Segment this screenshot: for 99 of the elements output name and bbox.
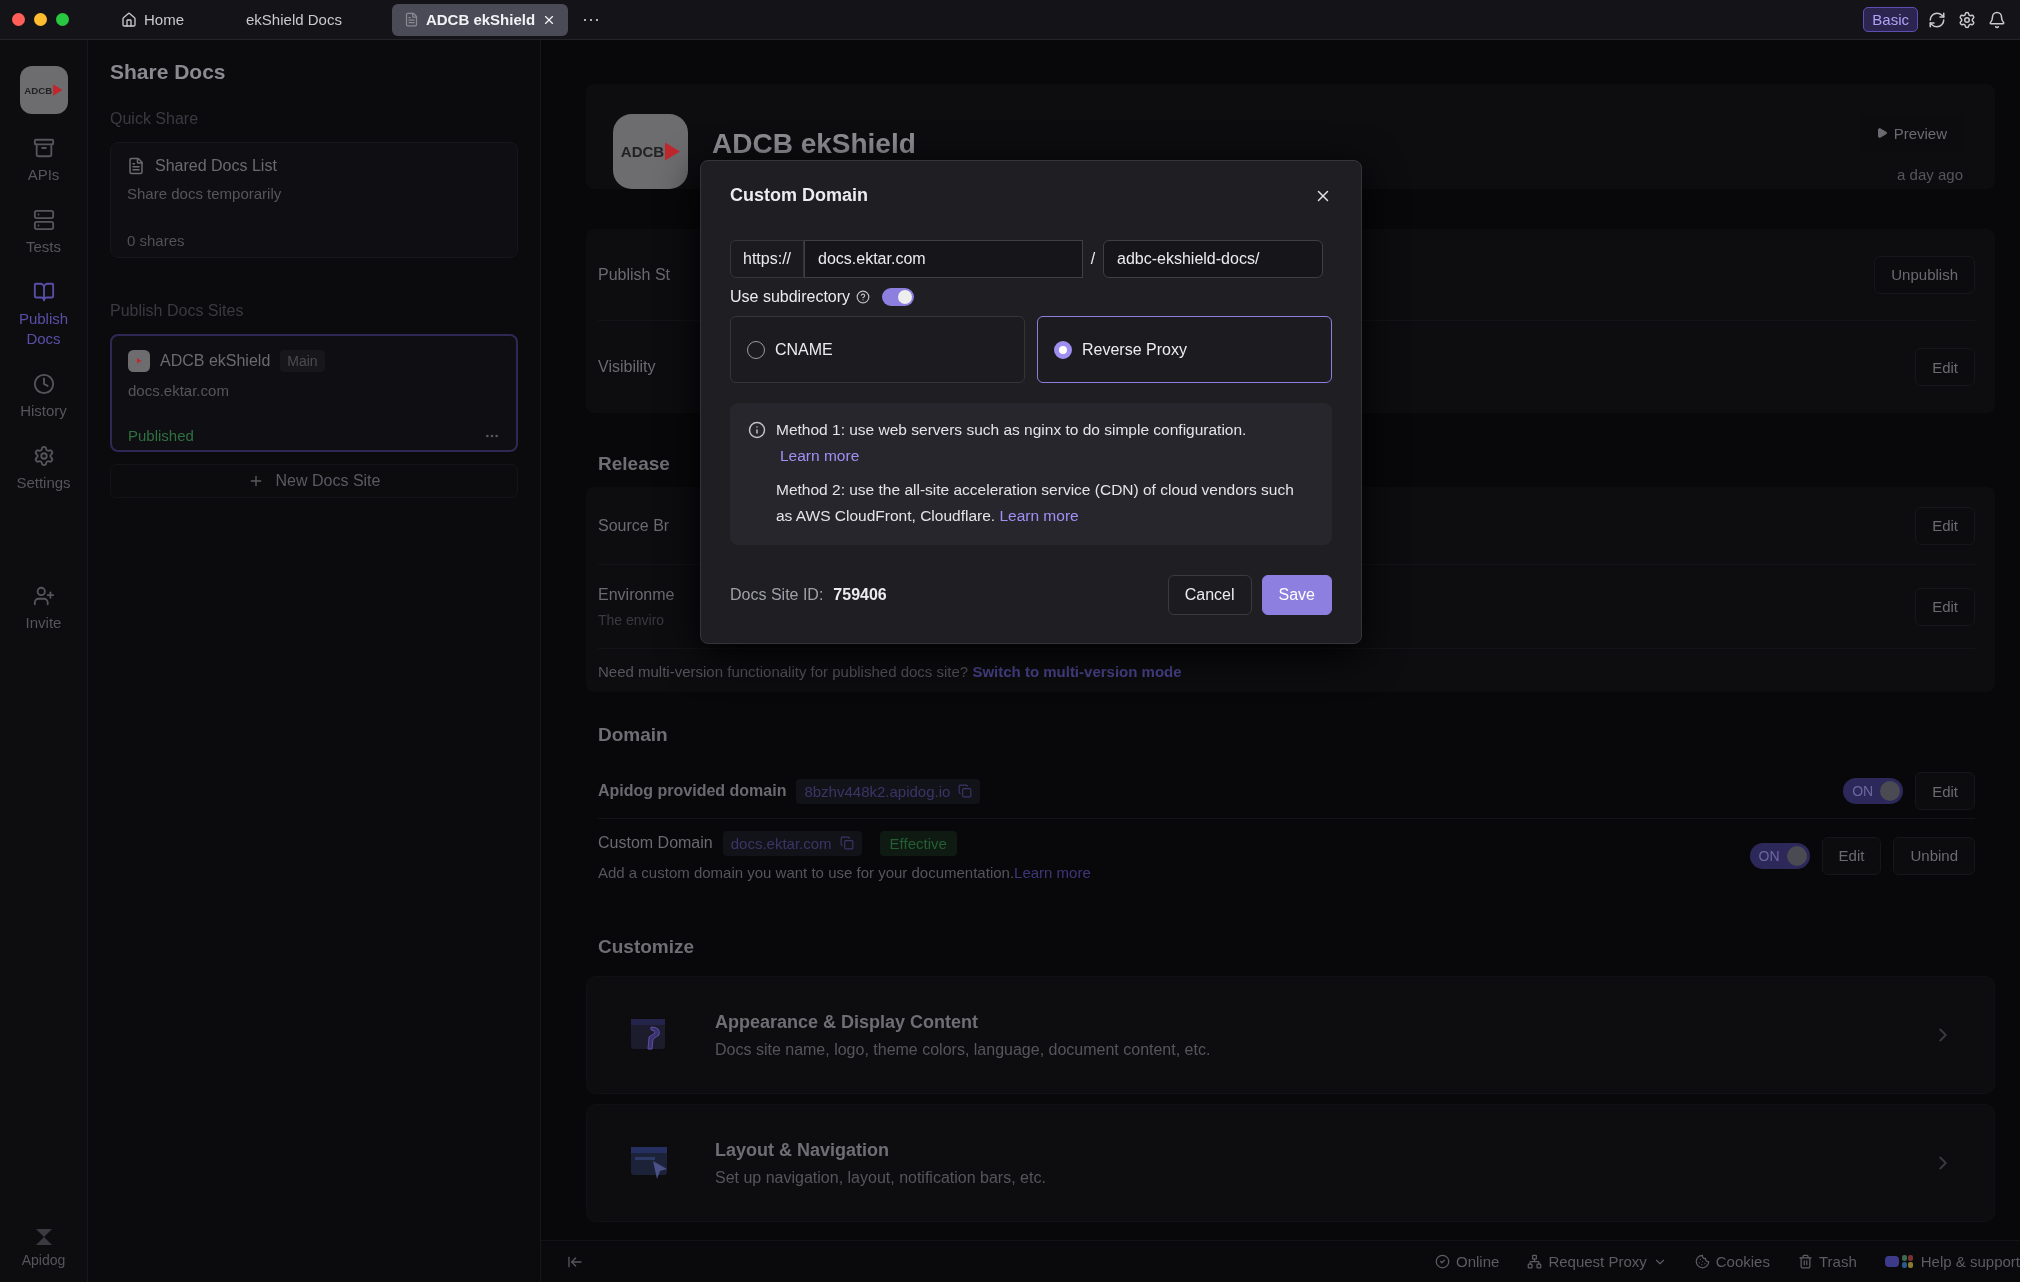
- home-icon: [121, 11, 137, 28]
- status-item[interactable]: Cookies: [1694, 1253, 1770, 1270]
- toggle-switch[interactable]: ON: [1749, 842, 1810, 869]
- card-title: Shared Docs List: [155, 157, 277, 175]
- chat-icons: [1884, 1254, 1915, 1269]
- nav-item[interactable]: History: [3, 372, 84, 422]
- setting-label: Publish St: [598, 265, 671, 284]
- domain-description: Add a custom domain you want to use for your documentation.Learn more: [598, 863, 1091, 881]
- status-item[interactable]: Trash: [1797, 1253, 1857, 1270]
- new-site-button[interactable]: New Docs Site: [110, 464, 518, 498]
- workspace-logo: ADCB: [19, 66, 68, 114]
- nav-item[interactable]: Tests: [3, 208, 84, 258]
- site-logo: [128, 350, 150, 372]
- setting-label: Source Br: [598, 516, 670, 535]
- toggle-switch[interactable]: ON: [1843, 778, 1904, 805]
- method-description: Method 2: use the all-site acceleration service (CDN) of cloud vendors such as AWS CloudFront, Cloudflare. Learn more: [776, 480, 1295, 526]
- action-button[interactable]: Edit: [1915, 587, 1975, 626]
- method-option[interactable]: CNAME: [730, 316, 1025, 383]
- card-subtitle: Share docs temporarily: [127, 185, 283, 202]
- server-icon: [32, 209, 55, 231]
- info-icon: [748, 421, 766, 439]
- trash-icon: [1797, 1254, 1813, 1269]
- archive-icon: [32, 137, 55, 159]
- site-logo: ADCB: [613, 114, 688, 189]
- multi-version-note: Need multi-version functionality for published docs site? Switch to multi-version mode: [598, 662, 1183, 682]
- play-icon: [1875, 127, 1888, 139]
- action-button[interactable]: Edit: [1915, 772, 1975, 811]
- subdirectory-label: Use subdirectory: [730, 288, 851, 306]
- brand-name: Apidog: [21, 1252, 66, 1268]
- section-heading: Customize: [598, 936, 695, 958]
- more-tabs-button[interactable]: ···: [580, 7, 603, 32]
- settings-icon: [32, 445, 55, 467]
- updated-time: a day ago: [1897, 166, 1963, 183]
- domain-label: Apidog provided domain: [598, 782, 787, 801]
- learn-more-link[interactable]: Learn more: [1014, 863, 1091, 881]
- path-input[interactable]: adbc-ekshield-docs/: [1103, 240, 1324, 278]
- status-item[interactable]: Help & support: [1884, 1253, 2020, 1270]
- customize-card[interactable]: Appearance & Display Content Docs site name, logo, theme colors, language, document content, etc.: [586, 976, 1995, 1094]
- dialog-title: Custom Domain: [730, 185, 868, 206]
- customize-card[interactable]: Layout & Navigation Set up navigation, layout, notification bars, etc.: [586, 1104, 1995, 1222]
- book-icon: [32, 281, 55, 303]
- site-title: ADCB ekShield: [712, 128, 916, 161]
- domain-label: Custom Domain: [598, 834, 713, 853]
- user-plus-icon: [32, 585, 55, 607]
- section-heading: Domain: [598, 724, 668, 746]
- learn-more-link[interactable]: Learn more: [780, 447, 860, 464]
- action-button[interactable]: Unpublish: [1874, 255, 1975, 294]
- maximize-window-button[interactable]: [56, 13, 69, 26]
- card-description: Docs site name, logo, theme colors, language, document content, etc.: [715, 1040, 1211, 1059]
- status-text: Published: [128, 427, 194, 444]
- check-circle-icon: [1435, 1254, 1450, 1269]
- path-separator: /: [1089, 250, 1097, 268]
- domain-input[interactable]: docs.ektar.com: [804, 240, 1084, 278]
- nav-item[interactable]: Publish Docs: [3, 280, 84, 350]
- close-window-button[interactable]: [12, 13, 25, 26]
- learn-more-link[interactable]: Learn more: [999, 507, 1079, 524]
- domain-text: 8bzhv448k2.apidog.io: [804, 782, 951, 800]
- status-item[interactable]: Request Proxy: [1527, 1253, 1667, 1270]
- plan-badge: Basic: [1863, 7, 1918, 32]
- section-heading: Release: [598, 453, 670, 475]
- card-title: Appearance & Display Content: [715, 1011, 980, 1033]
- nav-item[interactable]: Settings: [3, 444, 84, 494]
- nav-item[interactable]: Invite: [3, 584, 84, 634]
- minimize-window-button[interactable]: [34, 13, 47, 26]
- action-button[interactable]: Edit: [1915, 506, 1975, 545]
- method-description: Method 1: use web servers such as nginx to do simple configuration. Learn more: [776, 420, 1248, 466]
- site-domain: docs.ektar.com: [128, 382, 230, 399]
- status-badge: Effective: [879, 830, 957, 856]
- clock-icon: [32, 373, 55, 395]
- tab[interactable]: Home: [109, 3, 196, 36]
- subdirectory-toggle[interactable]: [882, 288, 915, 306]
- save-button[interactable]: Save: [1261, 575, 1332, 615]
- share-count: 0 shares: [127, 232, 186, 249]
- action-button[interactable]: Edit: [1915, 348, 1975, 386]
- document-icon: [403, 12, 419, 27]
- tab[interactable]: ekShield Docs: [234, 3, 354, 36]
- network-icon: [1527, 1254, 1543, 1269]
- multi-version-link[interactable]: Switch to multi-version mode: [972, 663, 1182, 680]
- panel-title: Share Docs: [110, 60, 227, 84]
- action-button[interactable]: Unbind: [1893, 836, 1975, 875]
- setting-label: Environme: [598, 585, 675, 604]
- action-button[interactable]: Edit: [1821, 836, 1882, 875]
- method-option[interactable]: Reverse Proxy: [1037, 316, 1332, 383]
- protocol-prefix: https://: [730, 240, 805, 278]
- card-description: Set up navigation, layout, notification bars, etc.: [715, 1168, 1046, 1187]
- site-name: ADCB ekShield: [160, 352, 271, 370]
- nav-item[interactable]: APIs: [3, 136, 84, 186]
- site-id-value: 759406: [833, 586, 887, 604]
- setting-label: Visibility: [598, 358, 656, 376]
- site-id-label: Docs Site ID:: [730, 586, 824, 604]
- domain-text: docs.ektar.com: [730, 834, 832, 852]
- cookie-icon: [1694, 1254, 1710, 1269]
- status-item[interactable]: Online: [1435, 1253, 1500, 1270]
- card-title: Layout & Navigation: [715, 1139, 890, 1161]
- cancel-button[interactable]: Cancel: [1167, 575, 1252, 615]
- document-icon: [127, 157, 145, 175]
- tab[interactable]: ADCB ekShield: [391, 3, 569, 36]
- shared-list-card[interactable]: Shared Docs List Share docs temporarily 0 shares: [110, 142, 518, 258]
- help-icon[interactable]: [856, 290, 871, 304]
